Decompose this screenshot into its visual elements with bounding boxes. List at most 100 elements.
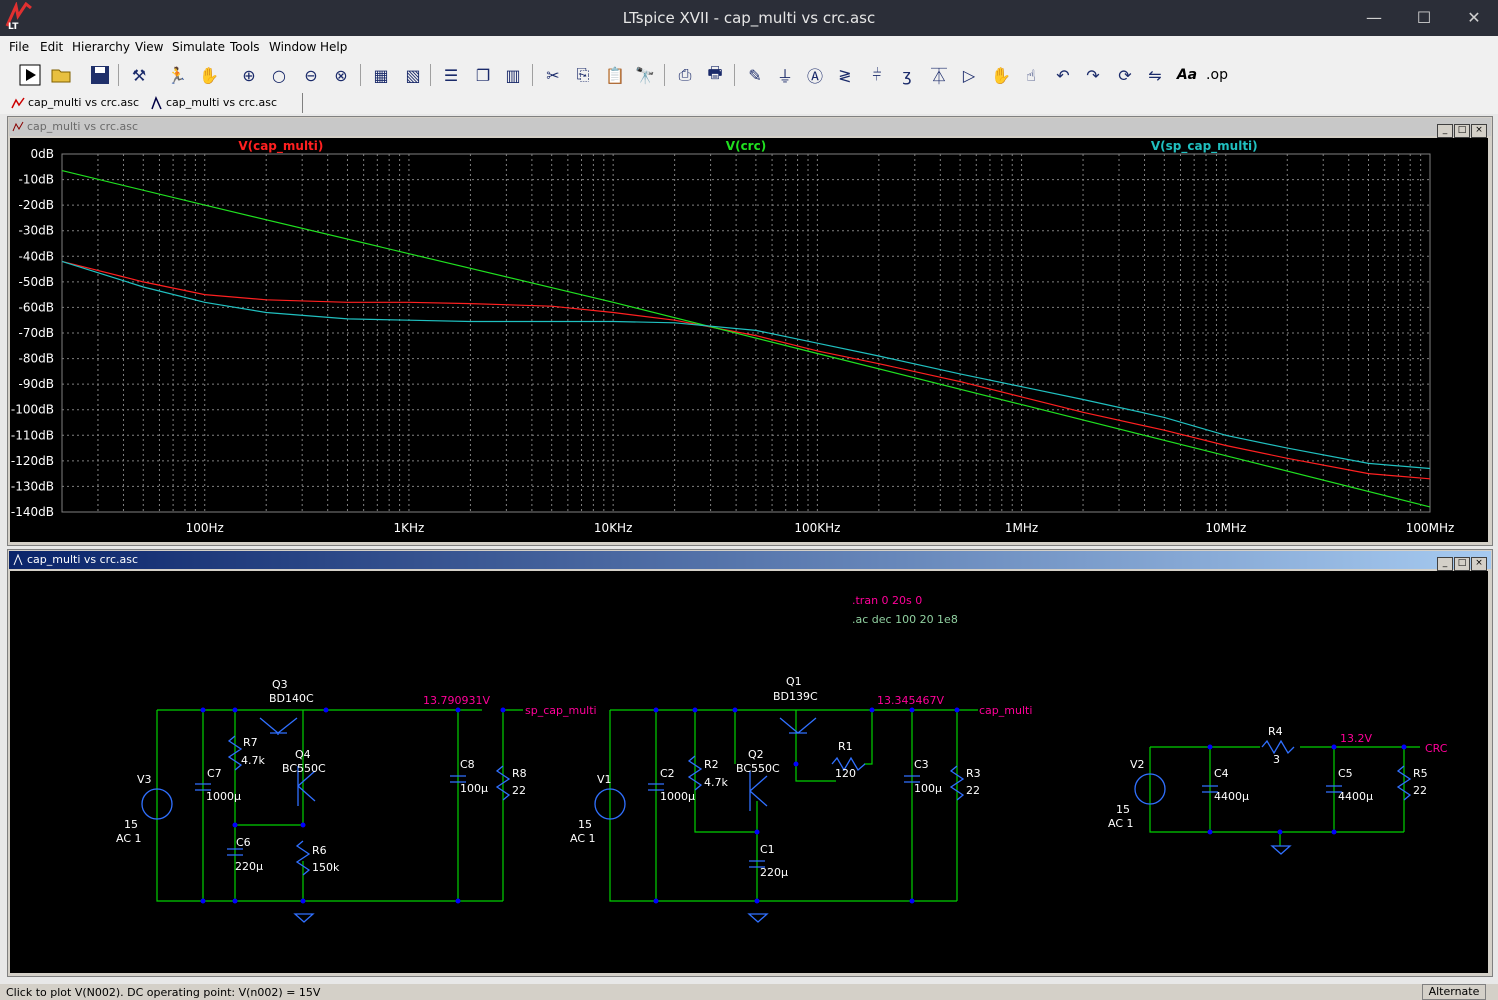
svg-text:C7: C7 xyxy=(207,767,222,780)
capacitor-icon[interactable]: ⫩ xyxy=(864,62,890,88)
svg-text:BC550C: BC550C xyxy=(282,762,326,775)
paste-icon[interactable]: 📋 xyxy=(602,62,628,88)
rotate-icon[interactable]: ⟳ xyxy=(1112,62,1138,88)
window-title: LTspice XVII - cap_multi vs crc.asc xyxy=(622,9,876,27)
status-bar: Click to plot V(N002). DC operating poin… xyxy=(0,984,1498,1000)
minimize-button[interactable]: — xyxy=(1362,6,1386,30)
svg-text:BD139C: BD139C xyxy=(773,690,818,703)
svg-text:V3: V3 xyxy=(137,773,152,786)
y-tick-label: -70dB xyxy=(19,326,54,340)
print-setup-icon[interactable]: ⎙ xyxy=(672,62,698,88)
tab-schematic[interactable]: cap_multi vs crc.asc xyxy=(144,93,303,113)
legend-label: V(cap_multi) xyxy=(238,139,323,154)
svg-text:100µ: 100µ xyxy=(460,782,488,795)
svg-text:150k: 150k xyxy=(312,861,340,874)
x-tick-label: 1MHz xyxy=(1005,521,1038,535)
svg-text:V2: V2 xyxy=(1130,758,1145,771)
maximize-button[interactable]: □ xyxy=(1454,557,1470,571)
wire-icon[interactable]: ✎ xyxy=(742,62,768,88)
x-tick-label: 100MHz xyxy=(1406,521,1455,535)
fit-icon[interactable]: ▧ xyxy=(400,62,426,88)
copy-icon[interactable]: ⎘ xyxy=(570,62,596,88)
zoom-in-icon[interactable]: ⊕ xyxy=(236,62,262,88)
y-tick-label: -100dB xyxy=(11,403,54,417)
svg-text:1000µ: 1000µ xyxy=(660,790,695,803)
zoom-out-icon[interactable]: ⊖ xyxy=(298,62,324,88)
control-panel-icon[interactable]: ⚒ xyxy=(126,62,152,88)
text-icon[interactable]: Aa xyxy=(1174,62,1200,88)
inductor-icon[interactable]: ʒ xyxy=(894,62,920,88)
close-button[interactable]: × xyxy=(1471,557,1487,571)
plot-window-title: cap_multi vs crc.asc _ □ × xyxy=(9,118,1491,138)
maximize-button[interactable]: □ xyxy=(1454,124,1470,138)
cut-icon[interactable]: ✂ xyxy=(540,62,566,88)
drag-icon[interactable]: ☝ xyxy=(1018,62,1044,88)
label-net-icon[interactable]: Ⓐ xyxy=(802,62,828,88)
svg-text:R2: R2 xyxy=(704,758,719,771)
bode-plot[interactable]: 0dB -10dB -20dB -30dB -40dB -50dB -60dB -70dB -8… xyxy=(10,138,1488,542)
svg-text:AC 1: AC 1 xyxy=(570,832,596,845)
component-icon[interactable]: ▷ xyxy=(956,62,982,88)
svg-text:4400µ: 4400µ xyxy=(1338,790,1373,803)
mirror-icon[interactable]: ⇋ xyxy=(1142,62,1168,88)
zoom-cancel-icon[interactable]: ⊗ xyxy=(328,62,354,88)
menu-window[interactable]: Window xyxy=(269,40,316,54)
waveform-icon xyxy=(12,121,24,132)
menu-file[interactable]: File xyxy=(9,40,29,54)
svg-text:22: 22 xyxy=(966,784,980,797)
tile-vertical-icon[interactable]: ▥ xyxy=(500,62,526,88)
run-icon[interactable] xyxy=(17,62,43,88)
menu-hierarchy[interactable]: Hierarchy xyxy=(72,40,130,54)
svg-text:AC 1: AC 1 xyxy=(1108,817,1134,830)
open-icon[interactable] xyxy=(49,62,75,88)
find-icon[interactable]: 🔭 xyxy=(632,62,658,88)
menu-help[interactable]: Help xyxy=(320,40,347,54)
minimize-button[interactable]: _ xyxy=(1437,124,1453,138)
tile-horizontal-icon[interactable]: ☰ xyxy=(438,62,464,88)
undo-icon[interactable]: ↶ xyxy=(1050,62,1076,88)
svg-text:3: 3 xyxy=(1273,753,1280,766)
pan-icon[interactable]: ✋ xyxy=(196,62,222,88)
print-icon[interactable]: 🖶 xyxy=(702,62,728,88)
save-icon[interactable] xyxy=(87,62,113,88)
schematic-icon xyxy=(13,554,23,566)
menu-tools[interactable]: Tools xyxy=(230,40,260,54)
autorange-icon[interactable]: ▦ xyxy=(368,62,394,88)
redo-icon[interactable]: ↷ xyxy=(1080,62,1106,88)
schematic-canvas[interactable]: Q3BD140C Q4BC550C R74.7k C71000µ C6220µ … xyxy=(10,571,1488,973)
net-label: sp_cap_multi xyxy=(525,704,597,717)
svg-text:C6: C6 xyxy=(236,836,251,849)
maximize-button[interactable]: ☐ xyxy=(1412,6,1436,30)
tab-waveform[interactable]: cap_multi vs crc.asc xyxy=(6,93,158,113)
svg-text:V1: V1 xyxy=(597,773,612,786)
diode-icon[interactable]: ⏄ xyxy=(926,62,952,88)
y-tick-label: -140dB xyxy=(11,505,54,519)
svg-text:R6: R6 xyxy=(312,844,327,857)
menu-edit[interactable]: Edit xyxy=(40,40,63,54)
y-tick-label: -60dB xyxy=(19,300,54,314)
svg-text:BC550C: BC550C xyxy=(736,762,780,775)
spice-directive-icon[interactable]: .op xyxy=(1204,62,1230,88)
menu-view[interactable]: View xyxy=(135,40,163,54)
mdi-area: cap_multi vs crc.asc _ □ × 0dB -10dB -20dB -3… xyxy=(0,114,1498,984)
svg-text:1000µ: 1000µ xyxy=(206,790,241,803)
close-button[interactable]: ✕ xyxy=(1462,6,1486,30)
cascade-icon[interactable]: ❐ xyxy=(470,62,496,88)
move-icon[interactable]: ✋ xyxy=(988,62,1014,88)
halt-icon[interactable]: 🏃 xyxy=(164,62,190,88)
svg-text:4.7k: 4.7k xyxy=(704,776,728,789)
zoom-full-icon[interactable]: ○ xyxy=(266,62,292,88)
resistor-icon[interactable]: ≷ xyxy=(832,62,858,88)
tab-strip: cap_multi vs crc.asc cap_multi vs crc.as… xyxy=(0,92,1498,114)
tab-label: cap_multi vs crc.asc xyxy=(28,96,140,109)
svg-text:C3: C3 xyxy=(914,758,929,771)
ground-icon[interactable]: ⏚ xyxy=(772,62,798,88)
y-tick-label: -10dB xyxy=(19,173,54,187)
menu-simulate[interactable]: Simulate xyxy=(172,40,225,54)
minimize-button[interactable]: _ xyxy=(1437,557,1453,571)
menu-bar: File Edit Hierarchy View Simulate Tools … xyxy=(0,36,1498,58)
schematic-icon xyxy=(151,96,162,110)
close-button[interactable]: × xyxy=(1471,124,1487,138)
svg-text:C8: C8 xyxy=(460,758,475,771)
svg-text:R1: R1 xyxy=(838,740,853,753)
